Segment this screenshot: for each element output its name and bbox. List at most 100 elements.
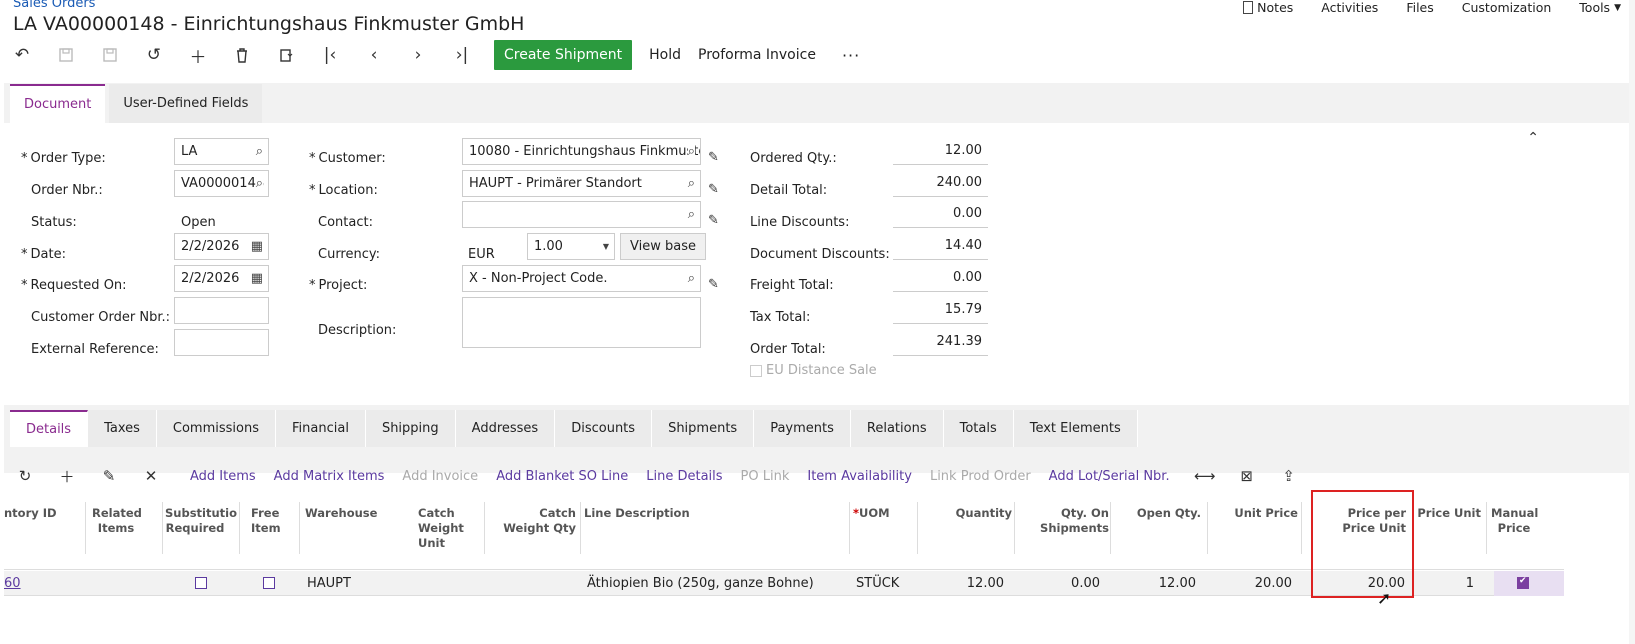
copy-paste-icon[interactable] xyxy=(264,40,308,70)
tab-financial[interactable]: Financial xyxy=(276,410,366,447)
col-line-description[interactable]: Line Description xyxy=(584,506,690,521)
col-substitution-required[interactable]: Substitutio Required xyxy=(165,506,237,536)
search-icon[interactable]: ⌕ xyxy=(688,207,695,222)
substitution-required-checkbox[interactable] xyxy=(195,577,207,589)
link-prod-order-button[interactable]: Link Prod Order xyxy=(930,469,1031,484)
col-open-qty[interactable]: Open Qty. xyxy=(1119,506,1201,521)
tab-payments[interactable]: Payments xyxy=(754,410,851,447)
customer-order-nbr-field[interactable] xyxy=(174,297,269,324)
tab-text-elements[interactable]: Text Elements xyxy=(1014,410,1138,447)
warehouse-cell[interactable]: HAUPT xyxy=(307,576,351,591)
view-base-button[interactable]: View base xyxy=(620,233,706,260)
requested-on-field[interactable]: 2/2/2026 ▦ xyxy=(174,265,269,292)
upload-icon[interactable]: ⇪ xyxy=(1268,467,1310,485)
search-icon[interactable]: ⌕ xyxy=(256,144,263,159)
tab-addresses[interactable]: Addresses xyxy=(456,410,556,447)
fit-columns-icon[interactable]: ⟷ xyxy=(1184,467,1226,485)
search-icon[interactable]: ⌕ xyxy=(688,271,695,286)
col-price-unit[interactable]: Price Unit xyxy=(1414,506,1481,521)
search-icon[interactable]: ⌕ xyxy=(687,144,695,159)
tab-document[interactable]: Document xyxy=(10,84,106,123)
search-icon[interactable]: ⌕ xyxy=(255,176,263,191)
tab-totals[interactable]: Totals xyxy=(944,410,1014,447)
col-warehouse[interactable]: Warehouse xyxy=(305,506,377,521)
search-icon[interactable]: ⌕ xyxy=(688,176,695,191)
files-button[interactable]: Files xyxy=(1406,0,1433,15)
chevron-up-icon[interactable]: ⌃ xyxy=(1527,130,1539,146)
save-icon[interactable] xyxy=(88,40,132,70)
vertical-scrollbar[interactable] xyxy=(1629,0,1635,644)
col-unit-price[interactable]: Unit Price xyxy=(1214,506,1298,521)
col-quantity[interactable]: Quantity xyxy=(924,506,1012,521)
proforma-invoice-button[interactable]: Proforma Invoice xyxy=(698,47,816,63)
last-record-icon[interactable]: ›| xyxy=(440,40,484,70)
edit-pencil-icon[interactable]: ✎ xyxy=(708,182,719,197)
add-items-button[interactable]: Add Items xyxy=(190,469,256,484)
refresh-icon[interactable]: ↻ xyxy=(4,467,46,485)
external-reference-field[interactable] xyxy=(174,329,269,356)
po-link-button[interactable]: PO Link xyxy=(741,469,790,484)
edit-pencil-icon[interactable]: ✎ xyxy=(88,467,130,485)
activities-button[interactable]: Activities xyxy=(1321,0,1378,15)
add-blanket-so-line-button[interactable]: Add Blanket SO Line xyxy=(496,469,628,484)
add-matrix-items-button[interactable]: Add Matrix Items xyxy=(274,469,385,484)
contact-field[interactable]: ⌕ xyxy=(462,201,701,228)
edit-pencil-icon[interactable]: ✎ xyxy=(708,150,719,165)
description-field[interactable] xyxy=(462,297,701,348)
tab-details[interactable]: Details xyxy=(10,410,89,447)
more-actions-icon[interactable]: ··· xyxy=(842,46,860,65)
col-related-items[interactable]: Related Items xyxy=(92,506,142,536)
col-qty-on-shipments[interactable]: Qty. On Shipments xyxy=(1029,506,1109,536)
inventory-id-link[interactable]: 60 xyxy=(4,576,21,591)
notes-button[interactable]: Notes xyxy=(1243,0,1293,15)
quantity-cell[interactable]: 12.00 xyxy=(924,576,1004,591)
previous-record-icon[interactable]: ‹ xyxy=(352,40,396,70)
currency-rate-select[interactable]: 1.00 ▼ xyxy=(527,233,615,260)
uom-cell[interactable]: STÜCK xyxy=(856,576,899,591)
tab-relations[interactable]: Relations xyxy=(851,410,944,447)
customer-field[interactable]: 10080 - Einrichtungshaus Finkmuster GmbH… xyxy=(462,138,701,165)
next-record-icon[interactable]: › xyxy=(396,40,440,70)
delete-row-icon[interactable]: ✕ xyxy=(130,467,172,485)
undo-icon[interactable]: ↺ xyxy=(132,40,176,70)
create-shipment-button[interactable]: Create Shipment xyxy=(494,40,633,70)
tab-user-defined-fields[interactable]: User-Defined Fields xyxy=(109,84,263,123)
date-field[interactable]: 2/2/2026 ▦ xyxy=(174,233,269,260)
add-lot-serial-button[interactable]: Add Lot/Serial Nbr. xyxy=(1049,469,1170,484)
col-inventory-id[interactable]: ntory ID xyxy=(4,506,57,521)
first-record-icon[interactable]: |‹ xyxy=(308,40,352,70)
save-close-icon[interactable] xyxy=(44,40,88,70)
back-icon[interactable]: ↶ xyxy=(0,40,44,70)
col-uom[interactable]: *UOM xyxy=(853,506,890,521)
item-availability-button[interactable]: Item Availability xyxy=(807,469,912,484)
col-catch-weight-unit[interactable]: Catch Weight Unit xyxy=(418,506,472,551)
eu-distance-sale-checkbox[interactable] xyxy=(750,365,762,377)
line-description-cell[interactable]: Äthiopien Bio (250g, ganze Bohne) xyxy=(587,576,814,591)
breadcrumb[interactable]: Sales Orders xyxy=(13,0,95,11)
order-type-field[interactable]: LA ⌕ xyxy=(174,138,269,165)
tab-shipping[interactable]: Shipping xyxy=(366,410,456,447)
line-details-button[interactable]: Line Details xyxy=(646,469,722,484)
tab-taxes[interactable]: Taxes xyxy=(88,410,157,447)
col-catch-weight-qty[interactable]: Catch Weight Qty xyxy=(494,506,576,536)
calendar-icon[interactable]: ▦ xyxy=(251,239,263,254)
hold-button[interactable]: Hold xyxy=(649,47,681,63)
add-invoice-button[interactable]: Add Invoice xyxy=(402,469,478,484)
tab-discounts[interactable]: Discounts xyxy=(555,410,653,447)
customization-button[interactable]: Customization xyxy=(1462,0,1552,15)
add-row-icon[interactable]: ＋ xyxy=(46,466,88,487)
tools-menu[interactable]: Tools ▼ xyxy=(1579,0,1621,15)
tab-shipments[interactable]: Shipments xyxy=(652,410,755,447)
project-field[interactable]: X - Non-Project Code. ⌕ xyxy=(462,265,701,292)
free-item-checkbox[interactable] xyxy=(263,577,275,589)
col-manual-price[interactable]: Manual Price xyxy=(1491,506,1538,536)
tab-commissions[interactable]: Commissions xyxy=(157,410,276,447)
order-nbr-field[interactable]: VA00000148 ⌕ xyxy=(174,170,269,197)
price-unit-cell[interactable]: 1 xyxy=(1424,576,1474,591)
delete-icon[interactable] xyxy=(220,40,264,70)
export-excel-icon[interactable]: ⊠ xyxy=(1226,467,1268,485)
col-free-item[interactable]: Free Item xyxy=(251,506,281,536)
unit-price-cell[interactable]: 20.00 xyxy=(1209,576,1292,591)
manual-price-checkbox[interactable] xyxy=(1517,576,1529,589)
location-field[interactable]: HAUPT - Primärer Standort ⌕ xyxy=(462,170,701,197)
